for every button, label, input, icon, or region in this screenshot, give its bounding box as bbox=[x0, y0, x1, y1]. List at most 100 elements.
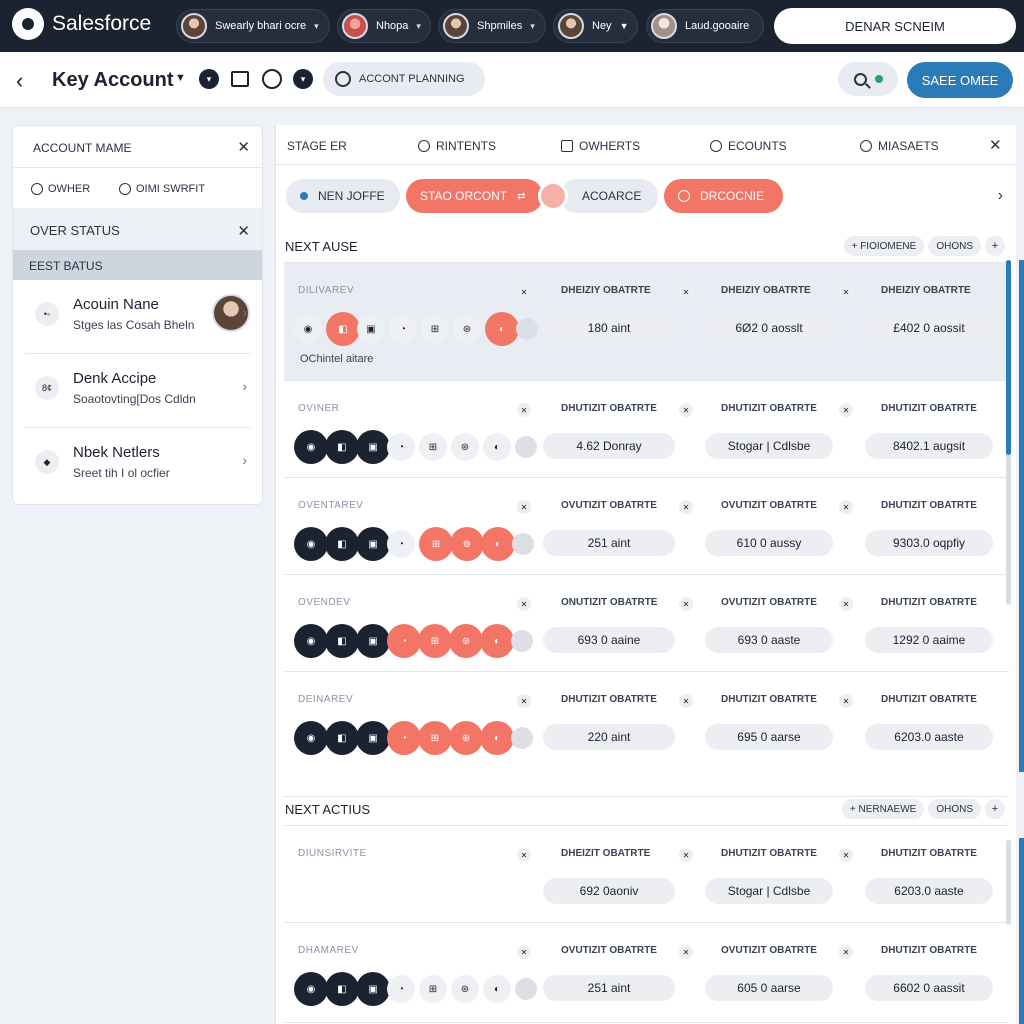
stakeholder-icon[interactable]: ◔ bbox=[387, 721, 421, 755]
save-button[interactable]: SAEE OMEE bbox=[907, 62, 1013, 98]
stakeholder-icon[interactable]: ◐ bbox=[483, 975, 511, 1003]
table-row[interactable]: OVENDEV ✕ ONUTIZIT OBATRTE 693 0 aaine ✕ OVUT… bbox=[284, 575, 1009, 672]
value-pill[interactable]: 692 0aoniv bbox=[543, 878, 675, 904]
stakeholder-icon[interactable]: ▣ bbox=[356, 430, 390, 464]
filter-intents[interactable]: RINTENTS bbox=[418, 139, 496, 153]
sort-icon[interactable]: ✕ bbox=[839, 500, 853, 514]
stakeholder-icon[interactable]: ⊞ bbox=[418, 624, 452, 658]
value-pill[interactable]: 4.62 Donray bbox=[543, 433, 675, 459]
sort-icon[interactable]: ✕ bbox=[679, 403, 693, 417]
sort-icon[interactable]: ✕ bbox=[839, 597, 853, 611]
add-icon[interactable]: + bbox=[985, 799, 1005, 819]
user-chip-3[interactable]: Shpmiles ▾ bbox=[438, 9, 546, 43]
user-chip-5[interactable]: Laud.gooaire bbox=[646, 9, 764, 43]
sort-icon[interactable]: ✕ bbox=[517, 403, 531, 417]
stakeholder-icon[interactable]: ▣ bbox=[357, 315, 385, 343]
stakeholder-icon[interactable]: ◔ bbox=[387, 624, 421, 658]
stage-chip[interactable]: DRCOCNIE bbox=[664, 179, 783, 213]
stakeholder-icon[interactable]: ◐ bbox=[481, 527, 515, 561]
value-pill[interactable]: 695 0 aarse bbox=[705, 724, 833, 750]
close-icon[interactable]: ✕ bbox=[237, 138, 250, 156]
sort-icon[interactable]: ✕ bbox=[517, 285, 531, 299]
table-row[interactable]: DEINAREV ✕ DHUTIZIT OBATRTE 220 aint ✕ DHUTIZ… bbox=[284, 672, 1009, 797]
stakeholder-icon[interactable]: ◐ bbox=[480, 624, 514, 658]
stakeholder-icon[interactable] bbox=[516, 318, 538, 340]
stakeholder-icon[interactable] bbox=[515, 978, 537, 1000]
sort-icon[interactable]: ✕ bbox=[839, 403, 853, 417]
stakeholder-icon[interactable]: ⊞ bbox=[418, 721, 452, 755]
stage-chip[interactable]: STAO ORCONT ⇄ bbox=[406, 179, 543, 213]
value-pill[interactable]: £402 0 aossit bbox=[865, 315, 993, 341]
value-pill[interactable]: 693 0 aaine bbox=[543, 627, 675, 653]
stakeholder-icon[interactable]: ⊞ bbox=[419, 975, 447, 1003]
section-filter-button[interactable]: + FIOIOMENE bbox=[843, 236, 925, 256]
value-pill[interactable]: Stogar | Cdlsbe bbox=[705, 878, 833, 904]
edge-scrollbar[interactable] bbox=[1019, 260, 1024, 772]
radio-other[interactable]: OIMI SWRFIT bbox=[119, 183, 205, 196]
account-card[interactable]: ◆ Nbek Netlers Sreet tih I ol ocfier › bbox=[25, 428, 251, 502]
stakeholder-icon[interactable]: ▣ bbox=[356, 721, 390, 755]
sort-icon[interactable]: ✕ bbox=[679, 597, 693, 611]
value-pill[interactable]: 6Ø2 0 aosslt bbox=[705, 315, 833, 341]
value-pill[interactable]: 6203.0 aaste bbox=[865, 724, 993, 750]
stakeholder-icon[interactable]: ◧ bbox=[326, 312, 360, 346]
value-pill[interactable]: 693 0 aaste bbox=[705, 627, 833, 653]
sort-icon[interactable]: ✕ bbox=[517, 945, 531, 959]
add-icon[interactable]: + bbox=[985, 236, 1005, 256]
value-pill[interactable]: 605 0 aarse bbox=[705, 975, 833, 1001]
stakeholder-icon[interactable] bbox=[512, 533, 534, 555]
radio-owner[interactable]: OWHER bbox=[31, 183, 90, 196]
stakeholder-icon[interactable]: ▣ bbox=[356, 527, 390, 561]
value-pill[interactable]: Stogar | Cdlsbe bbox=[705, 433, 833, 459]
table-row[interactable]: DHAMAREV ✕ OVUTIZIT OBATRTE 251 aint ✕ OVUTIZ… bbox=[284, 923, 1009, 1023]
scrollbar-thumb[interactable] bbox=[1006, 260, 1011, 455]
sort-icon[interactable]: ✕ bbox=[517, 597, 531, 611]
sort-icon[interactable]: ✕ bbox=[679, 945, 693, 959]
user-chip-4[interactable]: Ney ▼ bbox=[553, 9, 638, 43]
stakeholder-icon[interactable]: ◐ bbox=[483, 433, 511, 461]
dropdown-circle-icon[interactable]: ▾ bbox=[293, 69, 313, 89]
value-pill[interactable]: 6203.0 aaste bbox=[865, 878, 993, 904]
value-pill[interactable]: 9303.0 oqpfiy bbox=[865, 530, 993, 556]
stakeholder-icon[interactable]: ◔ bbox=[387, 530, 415, 558]
filter-owners[interactable]: OWHERTS bbox=[561, 139, 640, 153]
filter-stage[interactable]: STAGE ER bbox=[287, 139, 347, 153]
filter-measures[interactable]: MIASAETS bbox=[860, 139, 939, 153]
sort-icon[interactable]: ✕ bbox=[839, 848, 853, 862]
stakeholder-icon[interactable]: ⊛ bbox=[449, 624, 483, 658]
stakeholder-icon[interactable]: ◉ bbox=[294, 430, 328, 464]
table-row[interactable]: DILIVAREV ✕ DHEIZIY OBATRTE 180 aint ✕ DHEIZI… bbox=[284, 263, 1009, 381]
scrollbar-track[interactable] bbox=[1006, 840, 1011, 925]
top-action-button[interactable]: DENAR SCNEIM bbox=[774, 8, 1016, 44]
stakeholder-icon[interactable]: ◔ bbox=[387, 975, 415, 1003]
filter-accounts[interactable]: ECOUNTS bbox=[710, 139, 787, 153]
stakeholder-icon[interactable]: ◧ bbox=[325, 972, 359, 1006]
document-icon[interactable] bbox=[231, 71, 249, 87]
circle-status-icon[interactable] bbox=[262, 69, 282, 89]
value-pill[interactable]: 180 aint bbox=[543, 315, 675, 341]
stakeholder-icon[interactable]: ◧ bbox=[325, 721, 359, 755]
chevron-right-icon[interactable]: › bbox=[998, 187, 1003, 205]
table-row[interactable]: OVINER ✕ DHUTIZIT OBATRTE 4.62 Donray ✕ DHUTI… bbox=[284, 381, 1009, 478]
sort-icon[interactable]: ✕ bbox=[517, 500, 531, 514]
stakeholder-icon[interactable]: ⊞ bbox=[421, 315, 449, 343]
dropdown-circle-icon[interactable]: ▾ bbox=[199, 69, 219, 89]
sort-icon[interactable]: ✕ bbox=[517, 848, 531, 862]
stakeholder-icon[interactable]: ◐ bbox=[480, 721, 514, 755]
best-status-filter[interactable]: EEST BATUS bbox=[13, 250, 262, 280]
stakeholder-icon[interactable]: ◉ bbox=[294, 527, 328, 561]
sort-icon[interactable]: ✕ bbox=[517, 694, 531, 708]
stakeholder-icon[interactable]: ⊛ bbox=[450, 527, 484, 561]
back-arrow-icon[interactable]: ‹ bbox=[16, 68, 23, 94]
stakeholder-icon[interactable]: ◔ bbox=[389, 315, 417, 343]
salesforce-logo[interactable]: Salesforce bbox=[12, 8, 151, 40]
user-chip-2[interactable]: Nhopa ▾ bbox=[337, 9, 431, 43]
sort-icon[interactable]: ✕ bbox=[679, 848, 693, 862]
stakeholder-icon[interactable]: ⊛ bbox=[449, 721, 483, 755]
stakeholder-icon[interactable]: ⊞ bbox=[419, 433, 447, 461]
stakeholder-icon[interactable]: ◉ bbox=[294, 721, 328, 755]
stage-chip[interactable]: ACOARCE bbox=[560, 179, 658, 213]
sort-icon[interactable]: ✕ bbox=[839, 285, 853, 299]
sort-icon[interactable]: ✕ bbox=[839, 694, 853, 708]
search-toggle[interactable] bbox=[838, 62, 898, 96]
